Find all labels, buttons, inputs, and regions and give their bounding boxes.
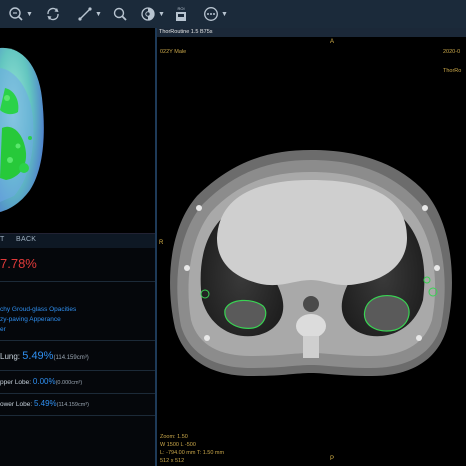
patient-info: 022Y Male [160, 49, 187, 55]
tab-back[interactable]: BACK [16, 236, 36, 243]
stat-value: 5.49% [33, 399, 57, 408]
zoom-icon [8, 6, 24, 22]
chevron-down-icon: ▼ [26, 10, 33, 18]
ct-viewer[interactable]: ThorRoutine 1.5 B75s 022Y Male A 2020-0 … [157, 28, 466, 466]
divider [0, 415, 155, 416]
magnifier-icon [112, 6, 128, 22]
zoom-tool-button[interactable]: ▼ [8, 4, 33, 24]
finding-other: er [0, 326, 6, 333]
stat-lower-lobe: ower Lobe: 5.49%(114.159cm³) [0, 399, 89, 408]
orientation-anterior: A [330, 39, 335, 45]
divider [0, 340, 155, 341]
study-date: 2020-0 [443, 49, 461, 55]
stat-volume: (114.159cm³) [56, 402, 89, 408]
rotate-tool-button[interactable] [45, 4, 61, 24]
stat-volume: (0.000cm³) [55, 380, 83, 386]
more-icon [203, 6, 219, 22]
window-level: W 1500 L -500 [160, 442, 196, 448]
roi-tool-button[interactable]: ROI [175, 4, 187, 24]
divider [0, 393, 155, 394]
finding-crazy-paving: zy-paving Apperance [0, 316, 61, 323]
stat-label: pper Lobe: [0, 379, 32, 386]
chevron-down-icon: ▼ [95, 10, 102, 18]
stat-whole-lung: Lung: 5.49%(114.159cm³) [0, 350, 89, 362]
stat-value: 5.49% [22, 350, 54, 362]
stat-label: Lung: [0, 352, 21, 361]
zoom-level: Zoom: 1.50 [160, 434, 188, 440]
chevron-down-icon: ▼ [158, 10, 165, 18]
stat-label: ower Lobe: [0, 401, 33, 408]
window-level-icon [140, 6, 156, 22]
total-infection-percent: 7.78% [0, 256, 37, 271]
more-tools-button[interactable]: ▼ [203, 4, 228, 24]
series-title: ThorRoutine 1.5 B75s [159, 29, 213, 35]
ct-axial-slice [170, 150, 452, 376]
panel-tabs: T BACK [0, 233, 155, 248]
lung-3d-reconstruction[interactable] [0, 28, 155, 233]
toolbar: ▼ ▼ ▼ ROI ▼ [0, 0, 466, 28]
roi-icon [175, 11, 187, 22]
series-name: ThorRo [443, 68, 462, 74]
image-matrix: 512 x 512 [160, 458, 185, 464]
stat-value: 0.00% [32, 377, 56, 386]
finding-ggo: chy Groud-glass Opacities [0, 306, 77, 313]
tab-export[interactable]: T [0, 236, 5, 243]
measure-line-icon [77, 6, 93, 22]
slice-location: L: -794.00 mm T: 1.50 mm [160, 450, 225, 456]
stat-upper-lobe: pper Lobe: 0.00%(0.000cm³) [0, 377, 82, 386]
measure-line-tool-button[interactable]: ▼ [77, 4, 102, 24]
chevron-down-icon: ▼ [221, 10, 228, 18]
divider [0, 281, 155, 282]
lesion-contour [363, 295, 410, 332]
viewer-header: ThorRoutine 1.5 B75s [157, 28, 466, 37]
rotate-icon [45, 6, 61, 22]
window-level-tool-button[interactable]: ▼ [140, 4, 165, 24]
orientation-posterior: P [330, 456, 335, 462]
magnifier-tool-button[interactable] [112, 4, 128, 24]
stat-volume: (114.159cm³) [53, 355, 89, 361]
divider [0, 370, 155, 371]
